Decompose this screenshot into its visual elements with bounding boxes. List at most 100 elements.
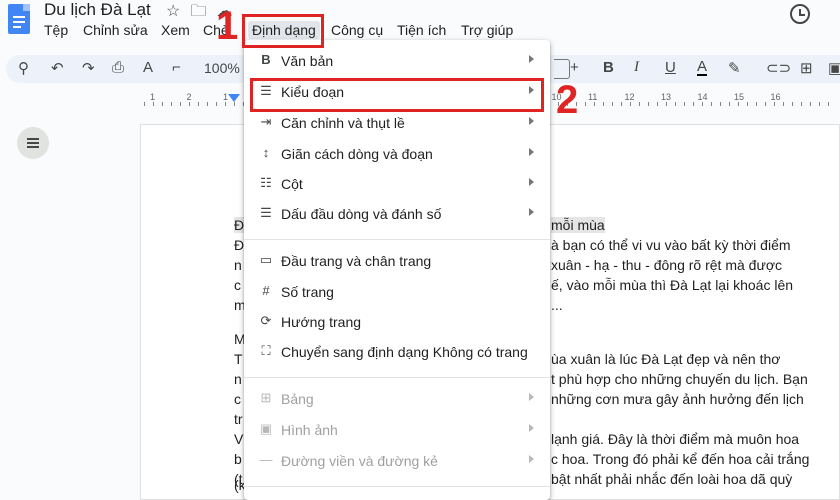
underline-icon[interactable]: U bbox=[665, 59, 676, 76]
header-footer-icon: ▭ bbox=[259, 252, 273, 267]
ruler-tick bbox=[738, 102, 739, 106]
menu-item-text[interactable]: B Văn bản bbox=[244, 47, 550, 77]
menu-item-label: Cột bbox=[281, 176, 303, 192]
ruler-tick bbox=[648, 102, 649, 106]
move-folder-icon[interactable]: 🗀 bbox=[190, 3, 216, 20]
font-size-field[interactable] bbox=[554, 59, 570, 79]
submenu-arrow-icon bbox=[529, 148, 534, 156]
ruler-number: 12 bbox=[624, 92, 635, 102]
increase-font-size-icon[interactable]: + bbox=[570, 59, 579, 76]
search-menus-icon[interactable]: ⚲ bbox=[18, 59, 29, 77]
doc-text: V bbox=[234, 431, 244, 447]
columns-icon: ☷ bbox=[260, 175, 272, 190]
menu-view[interactable]: Xem bbox=[161, 22, 190, 38]
ruler-tick bbox=[207, 102, 208, 106]
line-spacing-icon: ↕ bbox=[262, 145, 270, 160]
highlight-icon[interactable]: ✎ bbox=[728, 59, 741, 77]
doc-text: những cơn mưa gây ảnh hưởng đến lịch bbox=[551, 391, 804, 407]
ruler-tick bbox=[171, 102, 172, 106]
table-icon: ⊞ bbox=[260, 390, 272, 405]
menu-help[interactable]: Trợ giúp bbox=[461, 22, 513, 38]
menu-separator bbox=[244, 486, 550, 487]
doc-text: Đ bbox=[234, 237, 245, 253]
ruler-tick bbox=[630, 102, 631, 106]
doc-text: bật nhất phải nhắc đến loài hoa dã quỳ bbox=[551, 471, 793, 487]
indent-marker-icon[interactable] bbox=[228, 94, 240, 102]
menu-item-headers-footers[interactable]: ▭ Đầu trang và chân trang bbox=[244, 247, 550, 277]
ruler-number: 14 bbox=[697, 92, 708, 102]
menu-item-label: Đường viền và đường kẻ bbox=[281, 453, 438, 469]
ruler-tick bbox=[747, 102, 748, 106]
document-title[interactable]: Du lịch Đà Lạt bbox=[44, 0, 151, 20]
doc-text: c bbox=[234, 391, 241, 407]
link-icon[interactable]: ⊂⊃ bbox=[766, 59, 791, 77]
ruler-tick bbox=[810, 102, 811, 106]
doc-text: T bbox=[234, 351, 243, 367]
ruler-tick bbox=[792, 102, 793, 106]
ruler-number: 2 bbox=[186, 92, 192, 102]
ruler-tick bbox=[675, 102, 676, 106]
undo-icon[interactable]: ↶ bbox=[51, 59, 64, 77]
redo-icon[interactable]: ↷ bbox=[82, 59, 95, 77]
submenu-arrow-icon bbox=[529, 55, 534, 63]
doc-text: c bbox=[234, 277, 241, 293]
menu-separator bbox=[244, 377, 550, 378]
menu-item-page-numbers[interactable]: # Số trang bbox=[244, 278, 550, 308]
menu-item-page-orientation[interactable]: ⟳ Hướng trang bbox=[244, 308, 550, 338]
ruler-tick bbox=[234, 102, 235, 106]
menu-item-columns[interactable]: ☷ Cột bbox=[244, 170, 550, 200]
image-insert-icon[interactable]: ▣ bbox=[828, 59, 840, 77]
ruler-tick bbox=[639, 102, 640, 106]
ruler-tick bbox=[612, 102, 613, 106]
doc-text: n bbox=[234, 257, 242, 273]
menu-item-table: ⊞ Bảng bbox=[244, 385, 550, 415]
ruler-tick bbox=[162, 102, 163, 106]
bullet-list-icon: ☰ bbox=[260, 205, 272, 220]
document-outline-icon[interactable] bbox=[17, 127, 49, 159]
spellcheck-icon[interactable]: A bbox=[143, 59, 153, 76]
ruler-number: 11 bbox=[588, 92, 598, 102]
ruler-tick bbox=[153, 102, 154, 106]
comment-icon[interactable]: ⊞ bbox=[800, 59, 813, 77]
menu-item-align-indent[interactable]: ⇥ Căn chỉnh và thụt lề bbox=[244, 109, 550, 139]
menu-tools[interactable]: Công cụ bbox=[331, 22, 383, 38]
doc-text: xuân - hạ - thu - đông rõ rệt mà được bbox=[551, 257, 782, 273]
menu-item-label: Văn bản bbox=[281, 53, 334, 69]
menu-item-borders-lines: — Đường viền và đường kẻ bbox=[244, 447, 550, 477]
menu-item-label: Chuyển sang định dạng Không có trang bbox=[281, 344, 528, 360]
menu-extensions[interactable]: Tiện ích bbox=[397, 22, 446, 38]
doc-text: ế, vào mỗi mùa thì Đà Lạt lại khoác lên bbox=[551, 277, 794, 293]
text-color-icon[interactable]: A bbox=[697, 59, 708, 76]
docs-logo-icon[interactable] bbox=[8, 4, 30, 34]
ruler-tick bbox=[216, 102, 217, 106]
doc-text: b bbox=[234, 451, 242, 467]
doc-text: mỗi mùa bbox=[551, 217, 605, 233]
ruler-tick bbox=[756, 102, 757, 106]
menu-item-switch-to-pageless[interactable]: ⛶ Chuyển sang định dạng Không có trang bbox=[244, 338, 550, 368]
ruler-tick bbox=[585, 102, 586, 106]
doc-text: à bạn có thể vi vu vào bất kỳ thời điểm bbox=[551, 237, 791, 253]
print-icon[interactable]: ⎙ bbox=[112, 59, 124, 76]
zoom-select[interactable]: 100% bbox=[204, 60, 240, 76]
menu-edit[interactable]: Chỉnh sửa bbox=[83, 22, 148, 38]
ruler-tick bbox=[621, 102, 622, 106]
menu-file[interactable]: Tệp bbox=[44, 22, 68, 38]
menu-item-line-spacing[interactable]: ↕ Giãn cách dòng và đoạn bbox=[244, 140, 550, 170]
ruler-tick bbox=[711, 102, 712, 106]
ruler-tick bbox=[657, 102, 658, 106]
ruler-tick bbox=[765, 102, 766, 106]
version-history-icon[interactable] bbox=[790, 4, 810, 24]
ruler-tick bbox=[603, 102, 604, 106]
paint-format-icon[interactable]: ⌐ bbox=[172, 59, 181, 76]
ruler-tick bbox=[666, 102, 667, 106]
menu-item-bullets-numbering[interactable]: ☰ Dấu đầu dòng và đánh số bbox=[244, 200, 550, 230]
italic-icon[interactable]: I bbox=[634, 59, 639, 76]
star-icon[interactable]: ☆ bbox=[166, 3, 190, 20]
step1-highlight-box bbox=[242, 14, 324, 48]
ruler-tick bbox=[684, 102, 685, 106]
page-orientation-icon: ⟳ bbox=[260, 313, 272, 328]
bold-icon[interactable]: B bbox=[603, 59, 614, 76]
ruler-tick bbox=[594, 102, 595, 106]
ruler-tick bbox=[774, 102, 775, 106]
menu-item-label: Hướng trang bbox=[281, 314, 362, 330]
